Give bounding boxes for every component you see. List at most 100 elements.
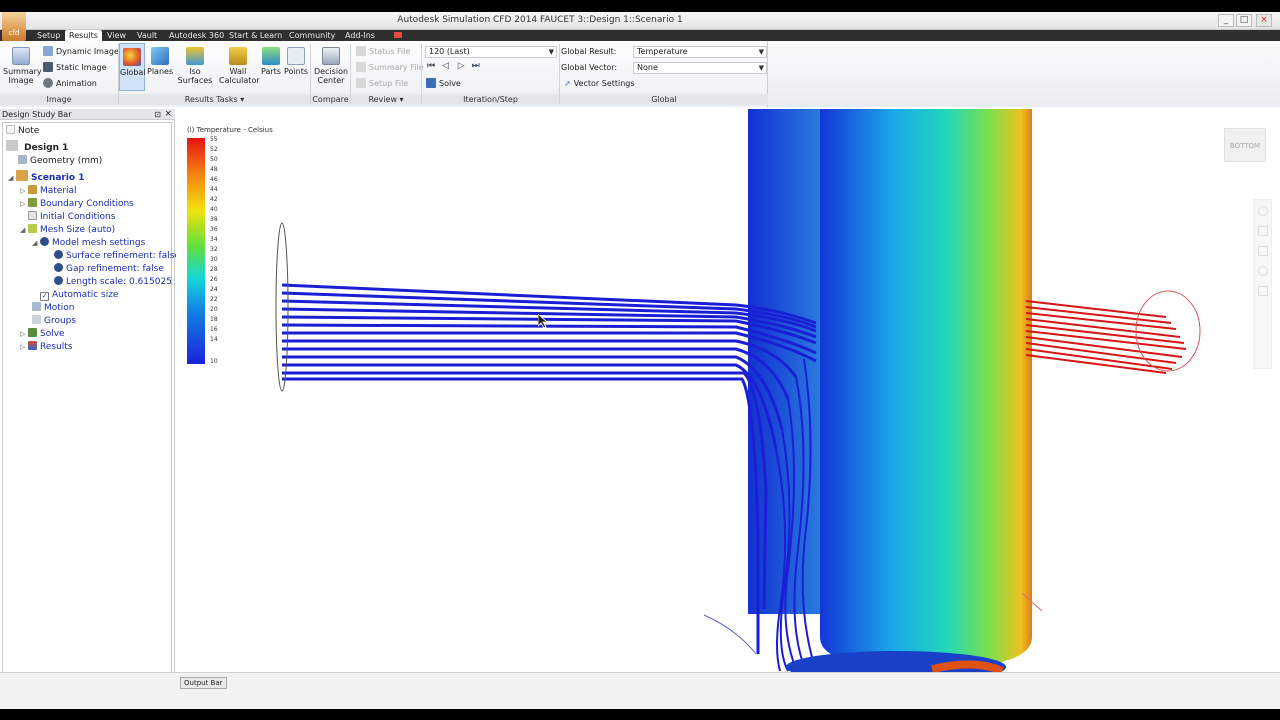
- dynamic-image-button[interactable]: Dynamic Image: [43, 45, 119, 58]
- tree-item-automatic-size[interactable]: ✓ Automatic size: [40, 289, 118, 301]
- status-file-button[interactable]: Status File: [356, 45, 410, 58]
- tree-item-results[interactable]: ▷ Results: [20, 341, 73, 353]
- checkbox-icon[interactable]: ✓: [40, 292, 49, 301]
- status-file-label: Status File: [369, 47, 411, 56]
- tree-item-groups[interactable]: Groups: [32, 315, 76, 327]
- file-icon: [356, 78, 366, 88]
- summary-image-button[interactable]: Summary Image: [3, 47, 42, 85]
- steering-wheel-icon[interactable]: [1258, 206, 1268, 216]
- vector-settings-button[interactable]: ➚ Vector Settings: [564, 77, 635, 90]
- decision-center-button[interactable]: Decision Center: [312, 47, 350, 85]
- setup-file-button[interactable]: Setup File: [356, 77, 408, 90]
- expand-icon[interactable]: ▷: [20, 328, 28, 340]
- minimize-button[interactable]: _: [1218, 14, 1234, 27]
- view-cube[interactable]: BOTTOM: [1224, 128, 1266, 162]
- tree-item-geometry[interactable]: Geometry (mm): [18, 155, 102, 167]
- app-logo[interactable]: cfd: [2, 12, 26, 42]
- static-image-button[interactable]: Static Image: [43, 61, 106, 74]
- collapse-icon[interactable]: ◢: [32, 237, 40, 249]
- tree-item-design[interactable]: Design 1: [6, 140, 68, 154]
- close-icon[interactable]: ×: [164, 109, 172, 120]
- tree-item-material[interactable]: ▷ Material: [20, 185, 77, 197]
- tree-item-label: Gap refinement: false: [66, 264, 164, 274]
- motion-icon: [32, 302, 41, 311]
- animation-button[interactable]: Animation: [43, 77, 97, 90]
- tab-setup[interactable]: Setup: [33, 30, 64, 41]
- tree-item-gap-refinement[interactable]: Gap refinement: false: [54, 263, 164, 275]
- tree-item-note[interactable]: Note: [6, 125, 39, 137]
- scenario-icon: [16, 170, 28, 181]
- summary-file-button[interactable]: Summary File: [356, 61, 424, 74]
- tab-results[interactable]: Results: [65, 30, 102, 41]
- 3d-viewport[interactable]: (i) Temperature - Celsius 55 52 50 48 46 44 42…: [176, 109, 1280, 681]
- solve-button[interactable]: Solve: [426, 77, 461, 90]
- camera-icon[interactable]: [394, 32, 402, 38]
- orbit-icon[interactable]: [1258, 266, 1268, 276]
- points-button[interactable]: Points: [283, 47, 309, 76]
- tree-item-label: Note: [18, 126, 40, 136]
- tree-item-length-scale[interactable]: Length scale: 0.615025: [54, 276, 172, 288]
- next-step-icon[interactable]: ▷: [458, 61, 465, 71]
- last-step-icon[interactable]: ⏭: [472, 61, 480, 71]
- tree-item-motion[interactable]: Motion: [32, 302, 75, 314]
- file-icon: [356, 62, 366, 72]
- decision-center-icon: [322, 47, 340, 65]
- zoom-icon[interactable]: [1258, 246, 1268, 256]
- ribbon-panel: Summary Image Dynamic Image Static Image…: [0, 41, 768, 107]
- results-tasks-label-text: Results Tasks: [184, 95, 238, 104]
- expand-icon[interactable]: ▷: [20, 198, 28, 210]
- tab-community[interactable]: Community: [285, 30, 339, 41]
- tree-item-boundary-conditions[interactable]: ▷ Boundary Conditions: [20, 198, 134, 210]
- iteration-select[interactable]: 120 (Last) ▼: [425, 46, 557, 58]
- info-icon: [40, 237, 49, 246]
- results-tasks-group: Global Planes Iso Surfaces Wall Calculat…: [119, 41, 310, 107]
- global-button[interactable]: Global: [119, 43, 146, 91]
- results-tasks-label[interactable]: Results Tasks ▾: [119, 94, 310, 105]
- global-vector-select[interactable]: None ▼: [633, 62, 767, 74]
- application-window: Autodesk Simulation CFD 2014 FAUCET 3::D…: [0, 12, 1280, 709]
- review-label-text: Review: [368, 95, 397, 104]
- global-vector-value: None: [637, 63, 658, 72]
- simulation-render: [275, 109, 1201, 681]
- tab-view[interactable]: View: [103, 30, 130, 41]
- close-button[interactable]: ×: [1256, 14, 1272, 27]
- global-result-select[interactable]: Temperature ▼: [633, 46, 767, 58]
- tab-start-learn[interactable]: Start & Learn: [225, 30, 286, 41]
- iso-surfaces-button[interactable]: Iso Surfaces: [174, 47, 216, 85]
- dynamic-image-label: Dynamic Image: [56, 47, 119, 56]
- navigation-bar[interactable]: [1254, 199, 1272, 369]
- pan-icon[interactable]: [1258, 226, 1268, 236]
- tab-add-ins[interactable]: Add-Ins: [341, 30, 379, 41]
- output-bar-button[interactable]: Output Bar: [180, 677, 227, 689]
- title-bar: Autodesk Simulation CFD 2014 FAUCET 3::D…: [0, 12, 1280, 30]
- parts-label: Parts: [261, 67, 281, 76]
- review-group-label[interactable]: Review ▾: [351, 94, 421, 105]
- tab-autodesk-360[interactable]: Autodesk 360: [165, 30, 228, 41]
- look-at-icon[interactable]: [1258, 286, 1268, 296]
- ribbon-tab-bar: Setup Results View Vault Autodesk 360 St…: [0, 30, 1280, 41]
- planes-button[interactable]: Planes: [147, 47, 173, 76]
- first-step-icon[interactable]: ⏮: [427, 61, 435, 71]
- previous-step-icon[interactable]: ◁: [442, 61, 449, 71]
- expand-icon[interactable]: ▷: [20, 341, 28, 353]
- solve-label: Solve: [439, 79, 461, 88]
- expand-icon[interactable]: ▷: [20, 185, 28, 197]
- tree-item-mesh-size[interactable]: ◢ Mesh Size (auto): [20, 224, 115, 236]
- wire-outline: [703, 614, 757, 655]
- collapse-icon[interactable]: ◢: [20, 224, 28, 236]
- tree-item-model-mesh-settings[interactable]: ◢ Model mesh settings: [32, 237, 145, 249]
- parts-button[interactable]: Parts: [259, 47, 283, 76]
- wall-calculator-button[interactable]: Wall Calculator: [219, 47, 260, 85]
- tree-item-solve[interactable]: ▷ Solve: [20, 328, 65, 340]
- collapse-icon[interactable]: ◢: [8, 172, 16, 184]
- tree-item-label: Mesh Size (auto): [40, 225, 116, 235]
- pin-icon[interactable]: ⊡: [154, 109, 161, 120]
- tree-item-scenario[interactable]: ◢ Scenario 1: [8, 170, 85, 184]
- tab-vault[interactable]: Vault: [133, 30, 161, 41]
- maximize-button[interactable]: □: [1236, 14, 1252, 27]
- planes-label: Planes: [147, 67, 174, 76]
- tree-item-initial-conditions[interactable]: Initial Conditions: [28, 211, 115, 223]
- groups-icon: [32, 315, 41, 324]
- tree-item-surface-refinement[interactable]: Surface refinement: false: [54, 250, 180, 262]
- global-result-label: Global Result:: [561, 47, 617, 56]
